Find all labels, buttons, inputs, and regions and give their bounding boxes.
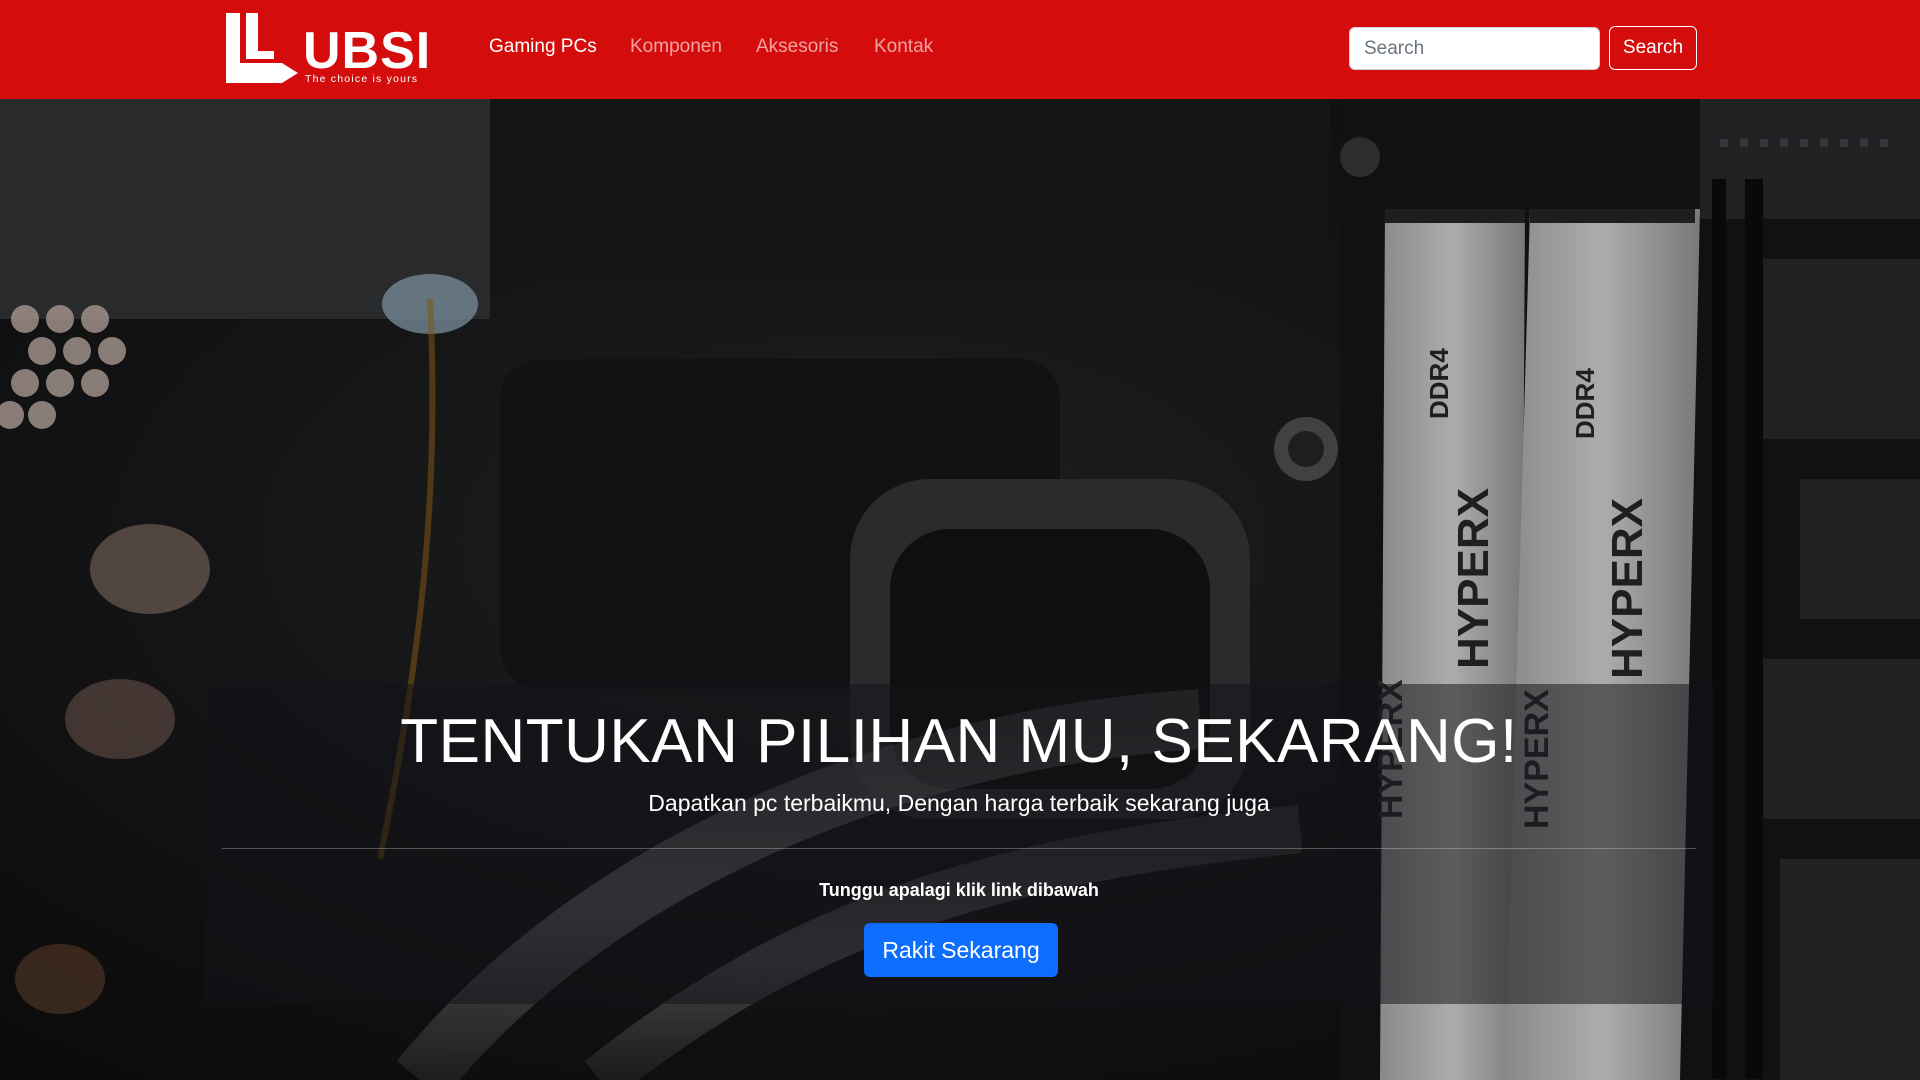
nav-link-aksesoris[interactable]: Aksesoris	[756, 36, 838, 58]
nav-link-gaming-pcs[interactable]: Gaming PCs	[489, 36, 597, 58]
hero-note: Tunggu apalagi klik link dibawah	[819, 880, 1099, 900]
nav-link-komponen[interactable]: Komponen	[630, 36, 722, 58]
brand-logo[interactable]: UBSI The choice is yours	[224, 11, 430, 85]
search-input[interactable]	[1349, 27, 1600, 70]
brand-tagline: The choice is yours	[305, 73, 419, 85]
nav-link-kontak[interactable]: Kontak	[874, 36, 933, 58]
hero-title: TENTUKAN PILIHAN MU, SEKARANG!	[400, 707, 1518, 776]
rakit-sekarang-button[interactable]: Rakit Sekarang	[864, 923, 1058, 977]
hero-divider	[222, 848, 1696, 849]
hero-subtitle: Dapatkan pc terbaikmu, Dengan harga terb…	[648, 790, 1270, 816]
navbar: UBSI The choice is yours Gaming PCs Komp…	[0, 0, 1920, 99]
hero-panel: TENTUKAN PILIHAN MU, SEKARANG! Dapatkan …	[204, 684, 1714, 1004]
brand-name: UBSI	[303, 22, 432, 80]
search-button[interactable]: Search	[1609, 26, 1697, 70]
ubsi-logo-icon	[226, 13, 298, 83]
